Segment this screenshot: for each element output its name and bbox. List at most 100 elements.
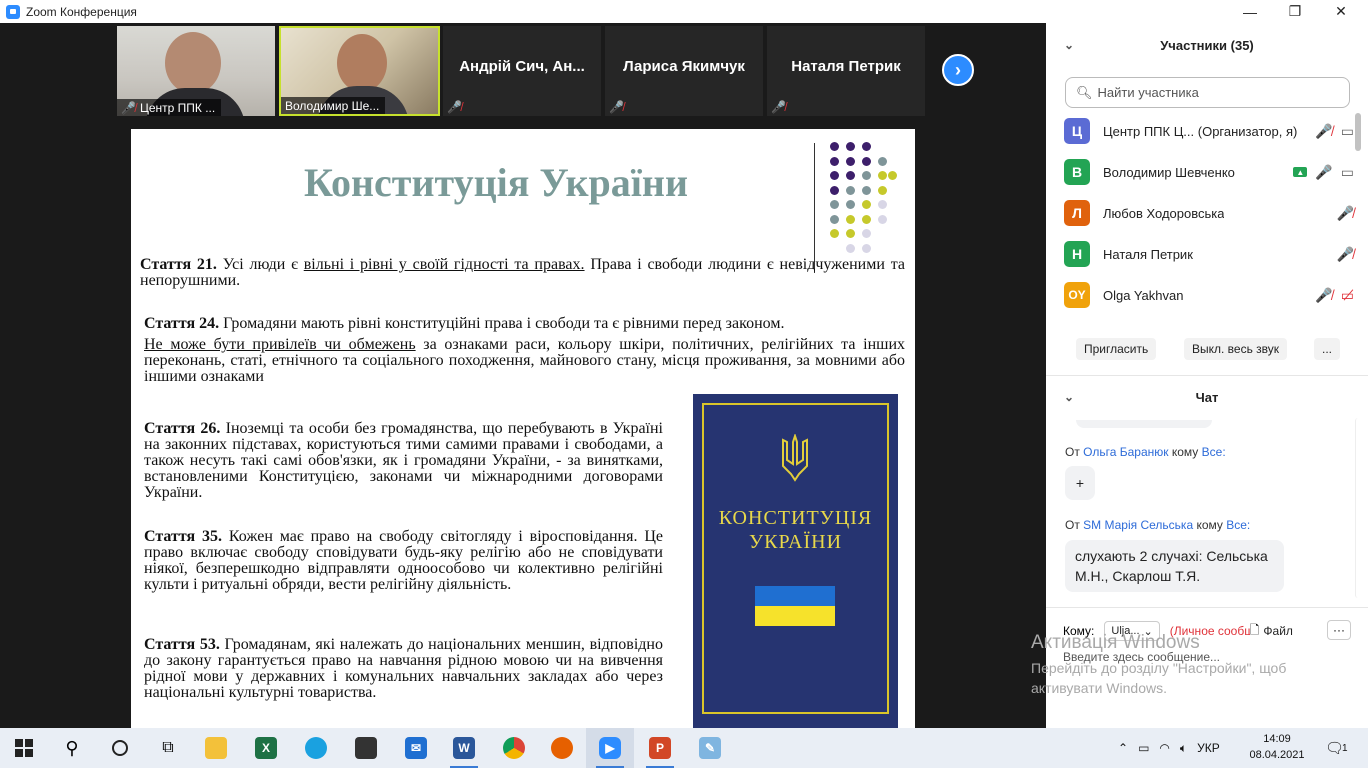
participant-video xyxy=(165,32,221,94)
decorative-dot xyxy=(846,185,855,195)
participants-scrollbar[interactable] xyxy=(1355,113,1361,151)
notifications-button[interactable]: 🗨︎ 1 xyxy=(1325,728,1348,768)
article-24: Стаття 24. Громадяни мають рівні констит… xyxy=(144,315,785,332)
task-view-button[interactable]: ⧉ xyxy=(144,728,192,768)
mic-off-icon[interactable]: 🎤̸ xyxy=(1315,123,1332,140)
file-explorer-button[interactable] xyxy=(192,728,240,768)
decorative-dot xyxy=(830,200,839,209)
video-tile[interactable]: Наталя Петрик 🎤̸ xyxy=(767,26,925,116)
screen-share-icon: ▲ xyxy=(1293,167,1308,177)
decorative-dot xyxy=(862,156,871,166)
decorative-dot xyxy=(846,200,855,209)
battery-icon[interactable]: ▭ xyxy=(1138,741,1149,755)
word-icon: W xyxy=(453,737,475,759)
participant-row[interactable]: Ц Центр ППК Ц... (Организатор, я) 🎤̸ ▭ xyxy=(1064,116,1354,146)
word-button[interactable]: W xyxy=(440,728,488,768)
language-indicator[interactable]: УКР xyxy=(1197,741,1220,755)
decorative-dot xyxy=(878,200,887,209)
chat-more-button[interactable]: ··· xyxy=(1327,620,1351,640)
camera-off-icon[interactable]: ▭̸ xyxy=(1341,287,1354,304)
chat-sender[interactable]: SM Марія Сельська xyxy=(1083,518,1193,532)
powerpoint-icon: P xyxy=(649,737,671,759)
participant-row[interactable]: Н Наталя Петрик 🎤̸ xyxy=(1064,239,1354,269)
chrome-icon xyxy=(503,737,525,759)
decorative-dot xyxy=(862,214,871,224)
decorative-dot xyxy=(830,171,839,180)
store-button[interactable] xyxy=(342,728,390,768)
excel-button[interactable]: X xyxy=(242,728,290,768)
paint-button[interactable]: ✎ xyxy=(686,728,734,768)
chat-scrollbar[interactable] xyxy=(1355,418,1361,598)
mail-button[interactable]: ✉ xyxy=(392,728,440,768)
start-button[interactable] xyxy=(0,728,48,768)
video-tile[interactable]: 🎤̸ Центр ППК ... xyxy=(117,26,275,116)
video-tile[interactable]: Лариса Якимчук 🎤̸ xyxy=(605,26,763,116)
zoom-icon: ▶ xyxy=(599,737,621,759)
mic-off-icon[interactable]: 🎤̸ xyxy=(1337,205,1354,222)
search-input[interactable]: 🔍︎ Найти участника xyxy=(1065,77,1350,108)
chrome-button[interactable] xyxy=(490,728,538,768)
decorative-dot xyxy=(888,171,897,180)
powerpoint-button[interactable]: P xyxy=(636,728,684,768)
video-tile-active-speaker[interactable]: Володимир Ше... xyxy=(279,26,440,116)
video-tile[interactable]: Андрій Сич, Ан... 🎤̸ xyxy=(443,26,601,116)
article-24-continued: Не може бути привілеїв чи обмежень за оз… xyxy=(144,336,906,385)
volume-icon[interactable]: 🔈︎ xyxy=(1180,741,1187,756)
chevron-down-icon[interactable]: ⌄ xyxy=(1064,390,1074,404)
decorative-dot xyxy=(862,185,871,195)
avatar: Н xyxy=(1064,241,1090,267)
camera-icon[interactable]: ▭ xyxy=(1341,123,1354,140)
previous-message-bubble xyxy=(1076,420,1212,428)
chat-message: + xyxy=(1065,466,1095,500)
close-button[interactable]: ✕ xyxy=(1318,0,1364,23)
decorative-dot xyxy=(830,214,839,224)
firefox-button[interactable] xyxy=(538,728,586,768)
decorative-dot xyxy=(846,243,855,253)
avatar: Ц xyxy=(1064,118,1090,144)
tile-name: Наталя Петрик xyxy=(791,58,901,75)
chat-sender[interactable]: Ольга Баранюк xyxy=(1083,445,1168,459)
avatar: Л xyxy=(1064,200,1090,226)
excel-icon: X xyxy=(255,737,277,759)
search-taskbar-button[interactable]: ⚲ xyxy=(48,728,96,768)
participant-row[interactable]: OY Olga Yakhvan 🎤̸ ▭̸ xyxy=(1064,280,1354,310)
mic-icon[interactable]: 🎤 xyxy=(1315,164,1332,181)
maximize-button[interactable]: ❐ xyxy=(1272,0,1318,23)
mic-off-icon: 🎤̸ xyxy=(447,100,462,114)
camera-icon[interactable]: ▭ xyxy=(1341,164,1354,181)
activation-watermark-text: Перейдіть до розділу "Настройки", щоб ак… xyxy=(1031,660,1287,696)
article-26: Стаття 26. Іноземці та особи без громадя… xyxy=(144,420,664,501)
mic-off-icon[interactable]: 🎤̸ xyxy=(1337,246,1354,263)
shared-screen-slide: Конституція України Стаття 21. Усі люди … xyxy=(131,129,915,728)
windows-icon xyxy=(15,739,33,757)
participant-row[interactable]: В Володимир Шевченко ▲ 🎤 ▭ xyxy=(1064,157,1354,187)
chevron-up-icon[interactable]: ⌃ xyxy=(1118,741,1128,755)
minimize-button[interactable]: — xyxy=(1227,0,1273,23)
cortana-icon xyxy=(112,740,128,756)
edge-button[interactable] xyxy=(292,728,340,768)
decorative-dot xyxy=(846,142,855,151)
decorative-dot xyxy=(878,185,887,195)
search-icon: ⚲ xyxy=(65,737,79,758)
file-icon[interactable]: 🗋 xyxy=(1250,621,1260,642)
clock[interactable]: 14:09 08.04.2021 xyxy=(1245,731,1309,763)
invite-button[interactable]: Пригласить xyxy=(1076,338,1157,360)
decorative-dot xyxy=(846,171,855,180)
article-35: Стаття 35. Кожен має право на свободу св… xyxy=(144,528,663,593)
avatar: OY xyxy=(1064,282,1090,308)
zoom-button[interactable]: ▶ xyxy=(586,728,634,768)
more-options-button[interactable]: ... xyxy=(1314,338,1341,360)
chevron-down-icon[interactable]: ⌄ xyxy=(1064,38,1074,52)
mic-off-icon[interactable]: 🎤̸ xyxy=(1315,287,1332,304)
next-page-arrow-icon[interactable]: › xyxy=(942,54,974,86)
network-icon[interactable]: ◠ xyxy=(1159,741,1169,755)
cortana-button[interactable] xyxy=(96,728,144,768)
mute-all-button[interactable]: Выкл. весь звук xyxy=(1184,338,1288,360)
tile-name: Центр ППК ... xyxy=(139,100,216,115)
decorative-dot xyxy=(830,229,839,238)
side-panel: ⌄ Участники (35) 🔍︎ Найти участника Ц Це… xyxy=(1046,23,1368,728)
file-button[interactable]: Файл xyxy=(1263,624,1293,638)
decorative-dot xyxy=(878,214,887,224)
participant-row[interactable]: Л Любов Ходоровська 🎤̸ xyxy=(1064,198,1354,228)
activation-watermark-title: Активація Windows xyxy=(1031,632,1200,653)
